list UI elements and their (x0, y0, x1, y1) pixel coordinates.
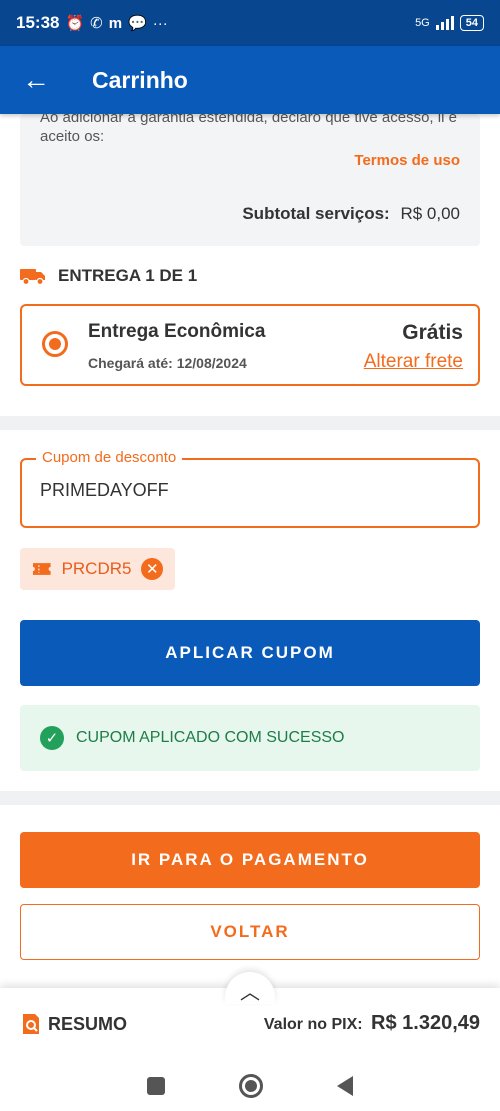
subtotal-value: R$ 0,00 (400, 204, 460, 223)
pix-label: Valor no PIX: (263, 1016, 363, 1033)
success-text: CUPOM APLICADO COM SUCESSO (76, 729, 345, 746)
whatsapp-icon: ✆ (90, 15, 103, 32)
applied-coupon-chip: PRCDR5 ✕ (20, 548, 175, 590)
summary-bar: ︿ RESUMO Valor no PIX: R$ 1.320,49 (0, 972, 500, 1060)
section-divider (0, 791, 500, 805)
back-arrow-icon[interactable]: ← (0, 64, 72, 96)
summary-label: RESUMO (48, 1013, 128, 1034)
delivery-heading-text: ENTREGA 1 DE 1 (58, 266, 198, 285)
go-to-payment-button[interactable]: IR PARA O PAGAMENTO (20, 832, 480, 888)
network-label: 5G (415, 17, 430, 29)
remove-coupon-icon[interactable]: ✕ (141, 558, 163, 580)
page-title: Carrinho (92, 66, 188, 93)
coupon-success-message: ✓ CUPOM APLICADO COM SUCESSO (20, 705, 480, 771)
chat-icon: 💬 (128, 15, 147, 32)
pix-total: Valor no PIX: R$ 1.320,49 (264, 1012, 480, 1035)
battery-icon: 54 (459, 15, 484, 31)
change-shipping-link[interactable]: Alterar frete (364, 351, 463, 373)
more-notifications-icon: ··· (152, 14, 168, 32)
delivery-heading: ENTREGA 1 DE 1 (20, 266, 197, 286)
extended-warranty-card: Ao adicionar a garantia estendida, decla… (20, 114, 480, 246)
delivery-price: Grátis (402, 321, 463, 344)
chevron-up-icon[interactable]: ︿ (225, 972, 275, 1004)
applied-coupon-code: PRCDR5 (61, 559, 132, 578)
home-icon[interactable] (239, 1073, 263, 1098)
status-time: 15:38 (16, 13, 60, 32)
receipt-search-icon (23, 1014, 39, 1034)
summary-toggle[interactable]: RESUMO (20, 1012, 127, 1036)
status-bar: 15:38 ⏰ ✆ m 💬 ··· 5G 54 (0, 0, 500, 46)
signal-icon (435, 16, 454, 30)
delivery-option[interactable]: Entrega Econômica Chegará até: 12/08/202… (20, 304, 480, 386)
coupon-label: Cupom de desconto (36, 449, 183, 466)
terms-text: Ao adicionar a garantia estendida, decla… (40, 114, 457, 145)
delivery-option-name: Entrega Econômica (88, 321, 266, 342)
section-divider (0, 416, 500, 430)
apply-coupon-button[interactable]: APLICAR CUPOM (20, 620, 480, 686)
recent-apps-icon[interactable] (147, 1076, 165, 1095)
truck-icon (20, 269, 45, 285)
app-bar: ← Carrinho (0, 46, 500, 114)
delivery-date: Chegará até: 12/08/2024 (88, 355, 247, 371)
subtotal-label: Subtotal serviços: (242, 204, 390, 223)
services-subtotal: Subtotal serviços: R$ 0,00 (242, 204, 460, 224)
back-button[interactable]: VOLTAR (20, 904, 480, 960)
messenger-icon: m (108, 14, 123, 32)
system-navigation-bar (0, 1060, 500, 1111)
terms-of-use-link[interactable]: Termos de uso (354, 152, 460, 169)
nav-back-icon[interactable] (337, 1075, 353, 1096)
check-circle-icon: ✓ (40, 726, 64, 750)
alarm-icon: ⏰ (65, 15, 85, 32)
coupon-input[interactable] (40, 480, 460, 501)
ticket-icon (32, 563, 51, 575)
delivery-radio[interactable] (42, 331, 68, 357)
coupon-field[interactable]: Cupom de desconto (20, 449, 480, 528)
pix-value: R$ 1.320,49 (371, 1012, 480, 1034)
